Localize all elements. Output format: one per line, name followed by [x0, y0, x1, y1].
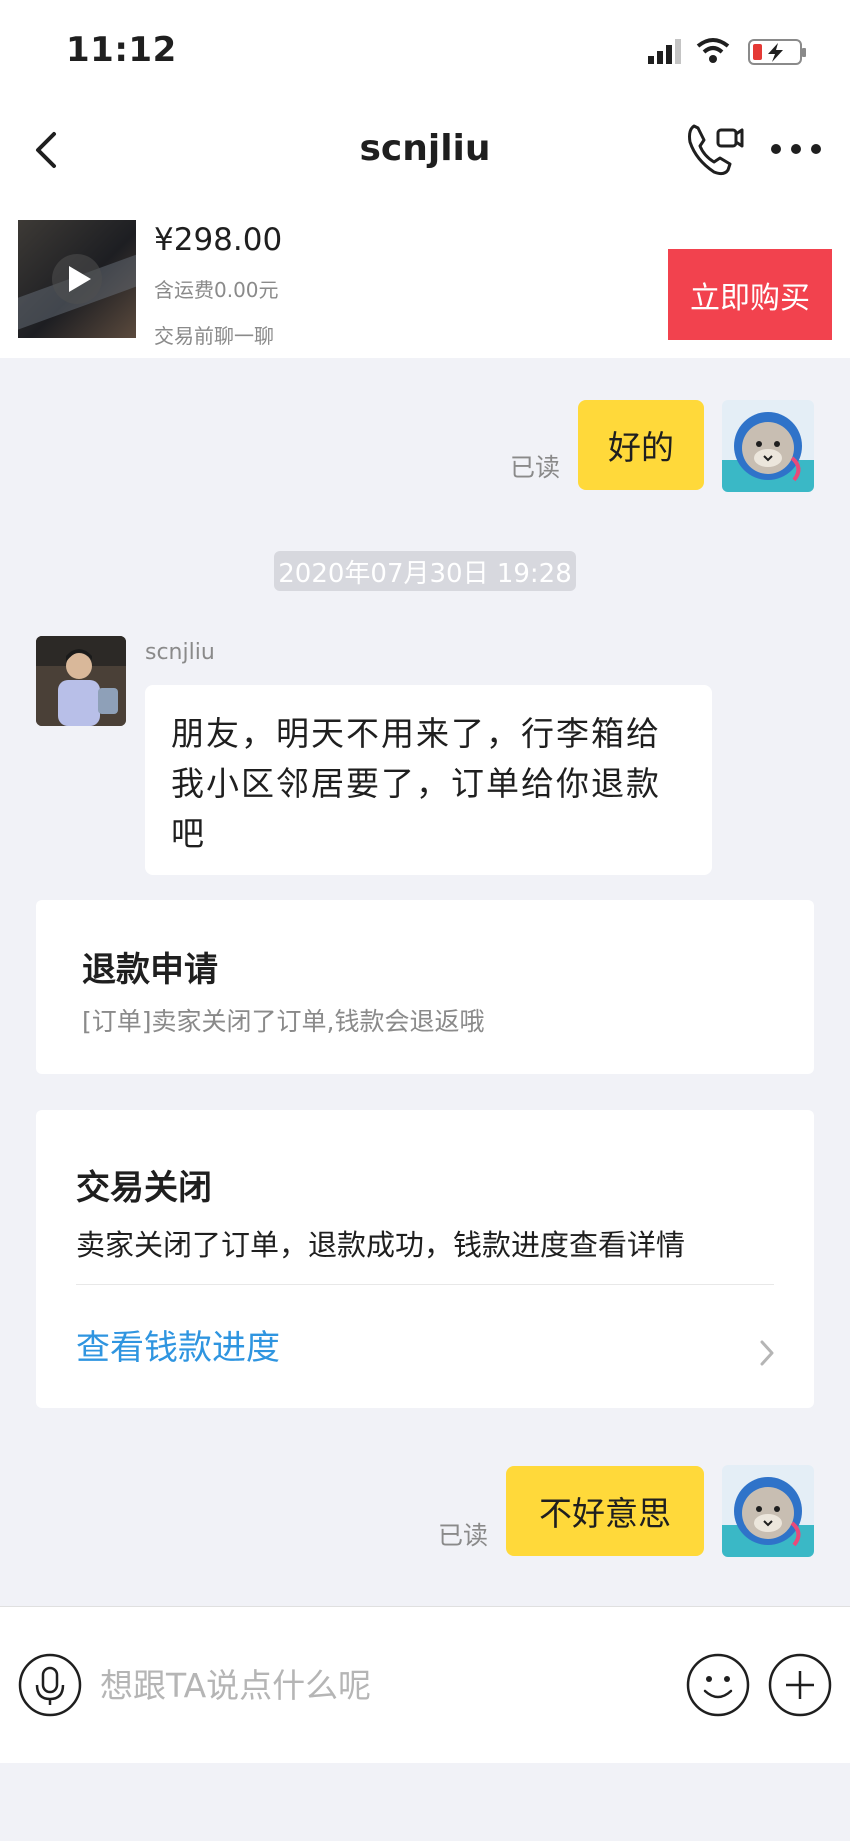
view-refund-progress-link[interactable]: 查看钱款进度 — [76, 1320, 280, 1369]
emoji-icon[interactable] — [686, 1653, 750, 1717]
input-bar — [0, 1606, 850, 1763]
closed-card-title: 交易关闭 — [76, 1168, 212, 1208]
sender-name: scnjliu — [145, 640, 215, 665]
outgoing-message[interactable]: 不好意思 — [506, 1466, 704, 1556]
my-avatar[interactable] — [722, 1465, 814, 1557]
my-avatar[interactable] — [722, 400, 814, 492]
message-input[interactable] — [100, 1657, 660, 1713]
chevron-right-icon[interactable] — [758, 1338, 776, 1368]
product-shipping: 含运费0.00元 — [154, 278, 279, 302]
header-area: 11:12 scnjliu ¥298.00 含运费0.00元 交易前聊一聊 立即… — [0, 0, 850, 358]
read-receipt: 已读 — [510, 453, 561, 482]
status-icons — [648, 38, 806, 65]
refund-card-title: 退款申请 — [82, 950, 218, 990]
timestamp: 2020年07月30日 19:28 — [274, 551, 576, 591]
more-icon[interactable] — [770, 140, 822, 158]
transaction-closed-card: 交易关闭 卖家关闭了订单，退款成功，钱款进度查看详情 查看钱款进度 — [36, 1110, 814, 1408]
refund-request-card[interactable]: 退款申请 [订单]卖家关闭了订单,钱款会退返哦 — [36, 900, 814, 1074]
read-receipt: 已读 — [438, 1521, 489, 1550]
incoming-message[interactable]: 朋友，明天不用来了，行李箱给我小区邻居要了，订单给你退款吧 — [145, 685, 712, 875]
home-indicator-area — [0, 1763, 850, 1841]
refund-card-subtitle: [订单]卖家关闭了订单,钱款会退返哦 — [82, 1007, 485, 1036]
divider — [76, 1284, 774, 1285]
call-icon[interactable] — [684, 120, 744, 178]
product-thumbnail[interactable] — [18, 220, 136, 338]
product-price: ¥298.00 — [154, 222, 283, 258]
status-time: 11:12 — [66, 30, 177, 70]
product-note: 交易前聊一聊 — [154, 324, 274, 348]
closed-card-body: 卖家关闭了订单，退款成功，钱款进度查看详情 — [76, 1228, 686, 1262]
signal-icon — [648, 39, 681, 64]
buy-now-button[interactable]: 立即购买 — [668, 249, 832, 340]
wifi-icon — [696, 38, 730, 63]
battery-icon — [748, 39, 806, 65]
contact-avatar[interactable] — [36, 636, 126, 726]
plus-icon[interactable] — [768, 1653, 832, 1717]
microphone-icon[interactable] — [18, 1653, 82, 1717]
outgoing-message[interactable]: 好的 — [578, 400, 704, 490]
